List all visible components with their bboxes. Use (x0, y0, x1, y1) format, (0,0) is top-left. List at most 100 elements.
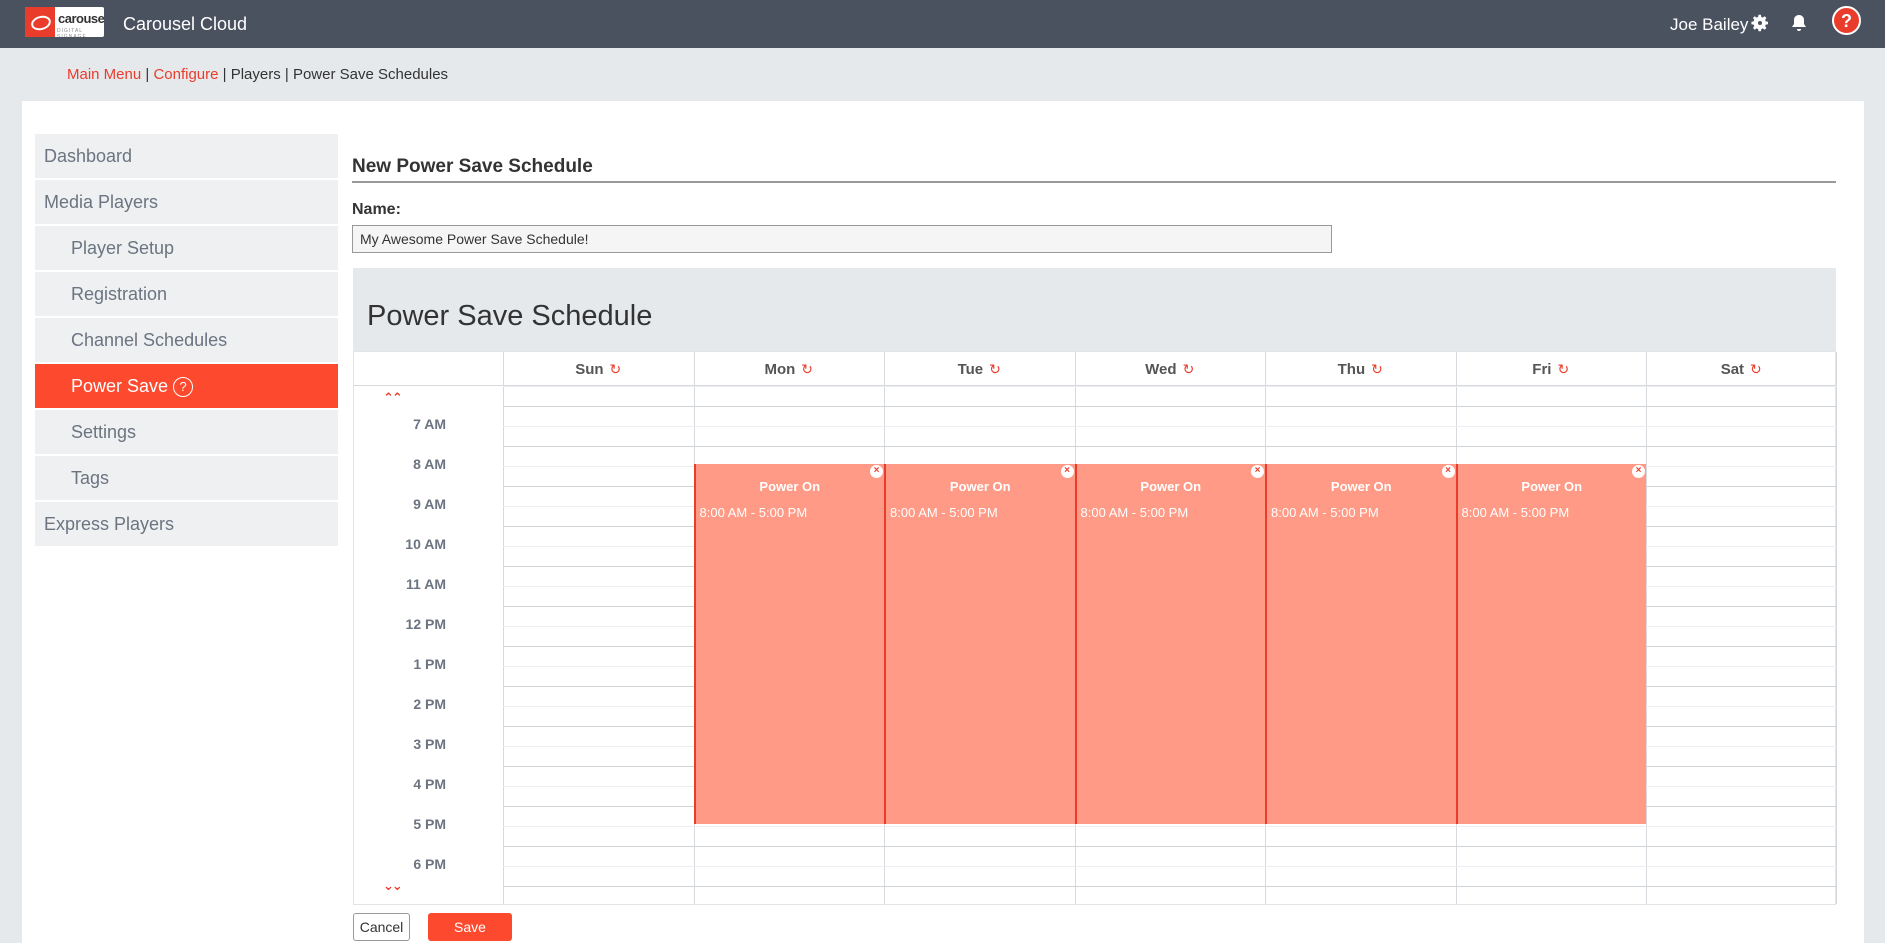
name-label: Name: (352, 201, 401, 218)
bell-icon[interactable] (1789, 13, 1811, 35)
day-header-tue: Tue ↻ (884, 352, 1075, 386)
sidebar-item-label: Express Players (44, 514, 175, 534)
name-field[interactable] (352, 225, 1332, 253)
reset-day-icon[interactable]: ↻ (1183, 361, 1195, 377)
day-header-fri: Fri ↻ (1456, 352, 1647, 386)
day-label: Sun (575, 361, 604, 378)
day-header-sat: Sat ↻ (1646, 352, 1837, 386)
day-header-wed: Wed ↻ (1075, 352, 1266, 386)
sidebar-item-label: Registration (71, 284, 168, 304)
breadcrumb: Main Menu | Configure | Players | Power … (67, 66, 448, 83)
scroll-up-icon[interactable]: ⌃⌃ (383, 390, 403, 406)
event-title: Power On (1521, 479, 1583, 494)
schedule-title: Power Save Schedule (367, 300, 653, 332)
grid-row-line (503, 386, 1837, 387)
breadcrumb-configure[interactable]: Configure (153, 66, 218, 83)
sidebar-item-tags[interactable]: Tags (35, 456, 338, 500)
grid-column-line (503, 352, 504, 904)
help-icon[interactable]: ? (173, 377, 194, 397)
grid-row-line (503, 406, 1837, 407)
schedule-header: Power Save Schedule (353, 268, 1836, 351)
sidebar: Dashboard Media Players Player Setup Reg… (35, 134, 338, 548)
top-bar: carousel DIGITAL SIGNAGE Carousel Cloud … (0, 0, 1885, 48)
power-on-event[interactable]: Power On 8:00 AM - 5:00 PM × (1455, 464, 1646, 824)
day-label: Thu (1337, 361, 1366, 378)
page-title: New Power Save Schedule (352, 156, 593, 177)
help-icon[interactable]: ? (1832, 6, 1861, 35)
day-label: Wed (1145, 361, 1177, 378)
time-label: 2 PM (413, 696, 446, 712)
gear-icon[interactable] (1750, 13, 1772, 35)
event-time: 8:00 AM - 5:00 PM (699, 505, 808, 520)
save-button[interactable]: Save (428, 913, 512, 941)
sidebar-item-label: Dashboard (44, 146, 133, 166)
event-time: 8:00 AM - 5:00 PM (1080, 505, 1189, 520)
reset-day-icon[interactable]: ↻ (989, 361, 1001, 377)
logo-mark-icon (25, 7, 55, 37)
close-icon[interactable]: × (1441, 465, 1455, 478)
breadcrumb-separator: | (141, 66, 154, 83)
time-label: 6 PM (413, 856, 446, 872)
breadcrumb-rest: | Players | Power Save Schedules (218, 66, 449, 83)
day-label: Tue (957, 361, 984, 378)
reset-day-icon[interactable]: ↻ (1557, 361, 1569, 377)
event-time: 8:00 AM - 5:00 PM (1461, 505, 1570, 520)
carousel-logo[interactable]: carousel DIGITAL SIGNAGE (25, 7, 104, 37)
event-title: Power On (759, 479, 821, 494)
time-label: 3 PM (413, 736, 446, 752)
power-on-event[interactable]: Power On 8:00 AM - 5:00 PM × (884, 464, 1075, 824)
sidebar-item-media-players[interactable]: Media Players (35, 180, 338, 224)
event-time: 8:00 AM - 5:00 PM (890, 505, 998, 520)
reset-day-icon[interactable]: ↻ (1371, 361, 1383, 377)
close-icon[interactable]: × (1251, 465, 1264, 478)
time-label: 9 AM (413, 496, 446, 512)
grid-row-line (503, 866, 1837, 867)
reset-day-icon[interactable]: ↻ (610, 361, 622, 377)
grid-row-line (503, 426, 1837, 427)
sidebar-item-player-setup[interactable]: Player Setup (35, 226, 338, 270)
user-name[interactable]: Joe Bailey (1670, 15, 1748, 35)
sidebar-item-label: Tags (71, 468, 110, 488)
sidebar-item-label: Channel Schedules (71, 330, 228, 350)
close-icon[interactable]: × (1060, 465, 1074, 478)
power-on-event[interactable]: Power On 8:00 AM - 5:00 PM × (1074, 464, 1265, 824)
sidebar-item-power-save[interactable]: Power Save? (35, 364, 338, 408)
logo-word: carousel (58, 11, 104, 26)
power-on-event[interactable]: Power On 8:00 AM - 5:00 PM × (693, 464, 884, 824)
day-header-thu: Thu ↻ (1265, 352, 1456, 386)
time-label: 11 AM (406, 576, 446, 592)
breadcrumb-main-menu[interactable]: Main Menu (67, 66, 141, 83)
time-label: 5 PM (413, 816, 446, 832)
reset-day-icon[interactable]: ↻ (801, 361, 813, 377)
grid-column-line (1835, 352, 1837, 904)
power-on-event[interactable]: Power On 8:00 AM - 5:00 PM × (1265, 464, 1456, 824)
time-label: 8 AM (413, 456, 446, 472)
sidebar-item-dashboard[interactable]: Dashboard (35, 134, 338, 178)
sidebar-item-channel-schedules[interactable]: Channel Schedules (35, 318, 338, 362)
day-label: Fri (1532, 361, 1552, 378)
time-label: 1 PM (413, 656, 446, 672)
close-icon[interactable]: × (870, 465, 883, 478)
time-label: 10 AM (405, 536, 446, 552)
sidebar-item-label: Player Setup (71, 238, 175, 258)
sidebar-item-express-players[interactable]: Express Players (35, 502, 338, 546)
event-time: 8:00 AM - 5:00 PM (1271, 505, 1379, 520)
sidebar-item-label: Power Save (71, 376, 169, 396)
close-icon[interactable]: × (1632, 465, 1645, 478)
grid-row-line (503, 826, 1837, 827)
logo-subtitle: DIGITAL SIGNAGE (57, 28, 87, 37)
grid-row-line (503, 886, 1837, 887)
reset-day-icon[interactable]: ↻ (1750, 361, 1762, 377)
schedule-grid[interactable]: Sun ↻ Mon ↻ Tue ↻ Wed ↻ Thu ↻ Fri ↻ Sat ↻ 7 AM 8 AM 9 AM… (353, 351, 1837, 905)
grid-row-line (503, 446, 1837, 447)
event-title: Power On (1330, 479, 1392, 494)
sidebar-item-registration[interactable]: Registration (35, 272, 338, 316)
day-label: Mon (764, 361, 796, 378)
grid-column-line (1646, 352, 1647, 904)
sidebar-item-settings[interactable]: Settings (35, 410, 338, 454)
cancel-button[interactable]: Cancel (353, 913, 410, 941)
time-label: 7 AM (413, 416, 446, 432)
event-title: Power On (1140, 479, 1202, 494)
scroll-down-icon[interactable]: ⌄⌄ (383, 878, 403, 894)
sidebar-item-label: Settings (71, 422, 137, 442)
